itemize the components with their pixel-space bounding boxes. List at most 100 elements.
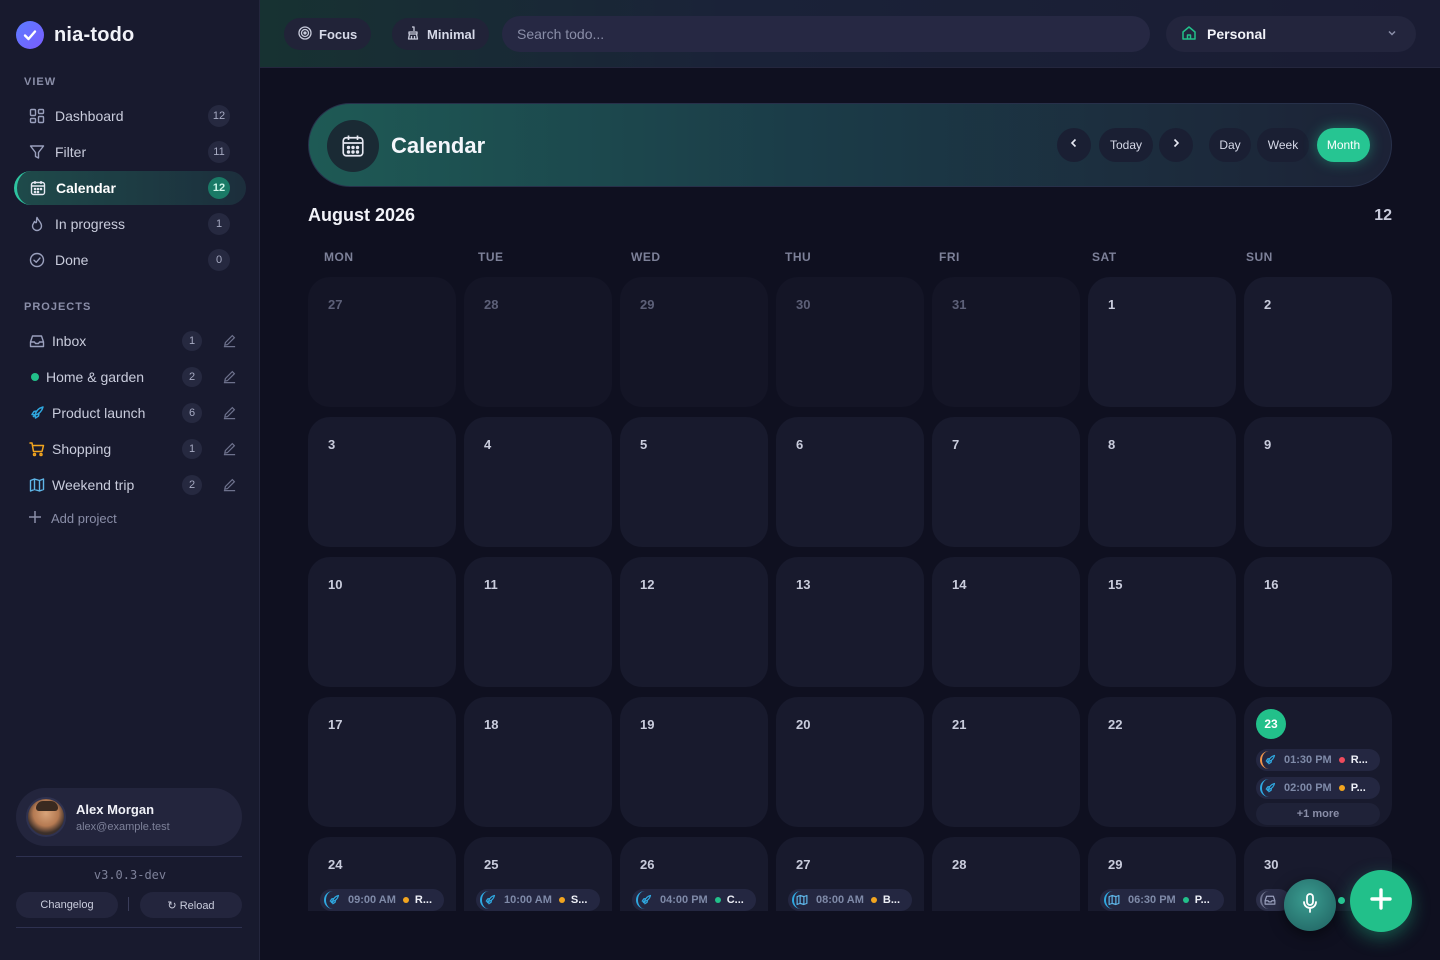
event-chip[interactable]: 06:30 PM P... xyxy=(1100,889,1224,911)
edit-pencil-icon[interactable] xyxy=(222,369,238,385)
event-chip[interactable]: 10:00 AM S... xyxy=(476,889,600,911)
count-badge: 1 xyxy=(208,213,230,235)
calendar-day-cell[interactable]: 28 xyxy=(932,837,1080,911)
calendar-day-cell[interactable]: 30 xyxy=(776,277,924,407)
project-home-garden[interactable]: Home & garden 2 xyxy=(14,360,246,394)
search-input[interactable] xyxy=(502,16,1150,52)
calendar-day-cell[interactable]: 7 xyxy=(932,417,1080,547)
count-badge: 6 xyxy=(182,403,202,423)
reload-button[interactable]: ↻ Reload xyxy=(140,892,242,918)
day-number: 4 xyxy=(484,437,492,452)
day-number: 18 xyxy=(484,717,499,732)
calendar-day-cell[interactable]: 29 xyxy=(620,277,768,407)
rocket-icon xyxy=(480,891,498,909)
nav-dashboard[interactable]: Dashboard 12 xyxy=(14,99,246,133)
calendar-day-cell[interactable]: 26 04:00 PM C... xyxy=(620,837,768,911)
project-label: Product launch xyxy=(52,405,146,421)
edit-pencil-icon[interactable] xyxy=(222,477,238,493)
calendar-day-cell[interactable]: 14 xyxy=(932,557,1080,687)
day-number: 22 xyxy=(1108,717,1123,732)
chevron-right-icon xyxy=(1170,136,1182,154)
today-button[interactable]: Today xyxy=(1099,128,1153,162)
calendar-day-cell[interactable]: 1 xyxy=(1088,277,1236,407)
day-number: 1 xyxy=(1108,297,1116,312)
calendar-day-cell[interactable]: 13 xyxy=(776,557,924,687)
calendar-day-cell[interactable]: 2 xyxy=(1244,277,1392,407)
next-month-button[interactable] xyxy=(1159,128,1193,162)
project-inbox[interactable]: Inbox 1 xyxy=(14,324,246,358)
project-label: Shopping xyxy=(52,441,112,457)
calendar-day-cell[interactable]: 20 xyxy=(776,697,924,827)
add-todo-button[interactable] xyxy=(1350,870,1412,932)
check-circle-icon xyxy=(28,251,46,269)
calendar-day-cell[interactable]: 27 08:00 AM B... xyxy=(776,837,924,911)
sidebar: nia-todo VIEW Dashboard 12 Filter 11 Cal… xyxy=(0,0,260,960)
day-number: 21 xyxy=(952,717,967,732)
calendar-day-cell[interactable]: 23 01:30 PM R... 02:00 PM P... +1 more xyxy=(1244,697,1392,827)
app-name: nia-todo xyxy=(54,23,135,46)
calendar-day-cell[interactable]: 16 xyxy=(1244,557,1392,687)
event-title: S... xyxy=(570,894,588,906)
calendar-day-cell[interactable]: 10 xyxy=(308,557,456,687)
day-number: 20 xyxy=(796,717,811,732)
workspace-select[interactable]: Personal xyxy=(1166,16,1416,52)
weekday-header: SAT xyxy=(1092,250,1117,264)
add-project-button[interactable]: Add project xyxy=(28,510,117,527)
calendar-day-cell[interactable]: 12 xyxy=(620,557,768,687)
app-logo[interactable]: nia-todo xyxy=(16,21,134,49)
week-view-button[interactable]: Week xyxy=(1257,128,1309,162)
main-content: Calendar Today Day Week Month August 202… xyxy=(260,69,1440,960)
project-weekend-trip[interactable]: Weekend trip 2 xyxy=(14,468,246,502)
calendar-day-cell[interactable]: 27 xyxy=(308,277,456,407)
voice-input-button[interactable] xyxy=(1284,879,1336,931)
project-product-launch[interactable]: Product launch 6 xyxy=(14,396,246,430)
calendar-day-cell[interactable]: 8 xyxy=(1088,417,1236,547)
nav-calendar[interactable]: Calendar 12 xyxy=(14,171,246,205)
event-chip[interactable]: 09:00 AM R... xyxy=(320,889,444,911)
project-shopping[interactable]: Shopping 1 xyxy=(14,432,246,466)
calendar-day-cell[interactable]: 17 xyxy=(308,697,456,827)
event-chip[interactable]: 04:00 PM C... xyxy=(632,889,756,911)
calendar-day-cell[interactable]: 6 xyxy=(776,417,924,547)
version-label: v3.0.3-dev xyxy=(93,868,167,882)
calendar-day-cell[interactable]: 28 xyxy=(464,277,612,407)
calendar-day-cell[interactable]: 19 xyxy=(620,697,768,827)
focus-button[interactable]: Focus xyxy=(284,18,372,50)
event-chip[interactable]: 01:30 PM R... xyxy=(1256,749,1380,771)
minimal-button[interactable]: Minimal xyxy=(392,18,490,50)
month-view-button[interactable]: Month xyxy=(1317,128,1370,162)
user-card[interactable]: Alex Morgan alex@example.test xyxy=(16,788,242,846)
edit-pencil-icon[interactable] xyxy=(222,405,238,421)
status-dot xyxy=(1338,897,1345,904)
nav-filter[interactable]: Filter 11 xyxy=(14,135,246,169)
divider xyxy=(16,927,242,928)
chevron-down-icon xyxy=(1386,26,1398,42)
day-number: 15 xyxy=(1108,577,1123,592)
calendar-day-cell[interactable]: 22 xyxy=(1088,697,1236,827)
nav-in-progress[interactable]: In progress 1 xyxy=(14,207,246,241)
calendar-day-cell[interactable]: 15 xyxy=(1088,557,1236,687)
calendar-day-cell[interactable]: 5 xyxy=(620,417,768,547)
calendar-day-cell[interactable]: 31 xyxy=(932,277,1080,407)
calendar-day-cell[interactable]: 11 xyxy=(464,557,612,687)
nav-done[interactable]: Done 0 xyxy=(14,243,246,277)
project-label: Inbox xyxy=(52,333,87,349)
calendar-day-cell[interactable]: 18 xyxy=(464,697,612,827)
calendar-day-cell[interactable]: 3 xyxy=(308,417,456,547)
weekday-header: TUE xyxy=(478,250,504,264)
calendar-day-cell[interactable]: 4 xyxy=(464,417,612,547)
day-view-button[interactable]: Day xyxy=(1209,128,1251,162)
changelog-button[interactable]: Changelog xyxy=(16,892,118,918)
calendar-day-cell[interactable]: 24 09:00 AM R... xyxy=(308,837,456,911)
event-chip[interactable]: 08:00 AM B... xyxy=(788,889,912,911)
day-number: 19 xyxy=(640,717,655,732)
calendar-day-cell[interactable]: 29 06:30 PM P... xyxy=(1088,837,1236,911)
edit-pencil-icon[interactable] xyxy=(222,441,238,457)
calendar-day-cell[interactable]: 25 10:00 AM S... xyxy=(464,837,612,911)
prev-month-button[interactable] xyxy=(1057,128,1091,162)
calendar-day-cell[interactable]: 9 xyxy=(1244,417,1392,547)
more-events-link[interactable]: +1 more xyxy=(1256,803,1380,825)
calendar-day-cell[interactable]: 21 xyxy=(932,697,1080,827)
edit-pencil-icon[interactable] xyxy=(222,333,238,349)
event-chip[interactable]: 02:00 PM P... xyxy=(1256,777,1380,799)
